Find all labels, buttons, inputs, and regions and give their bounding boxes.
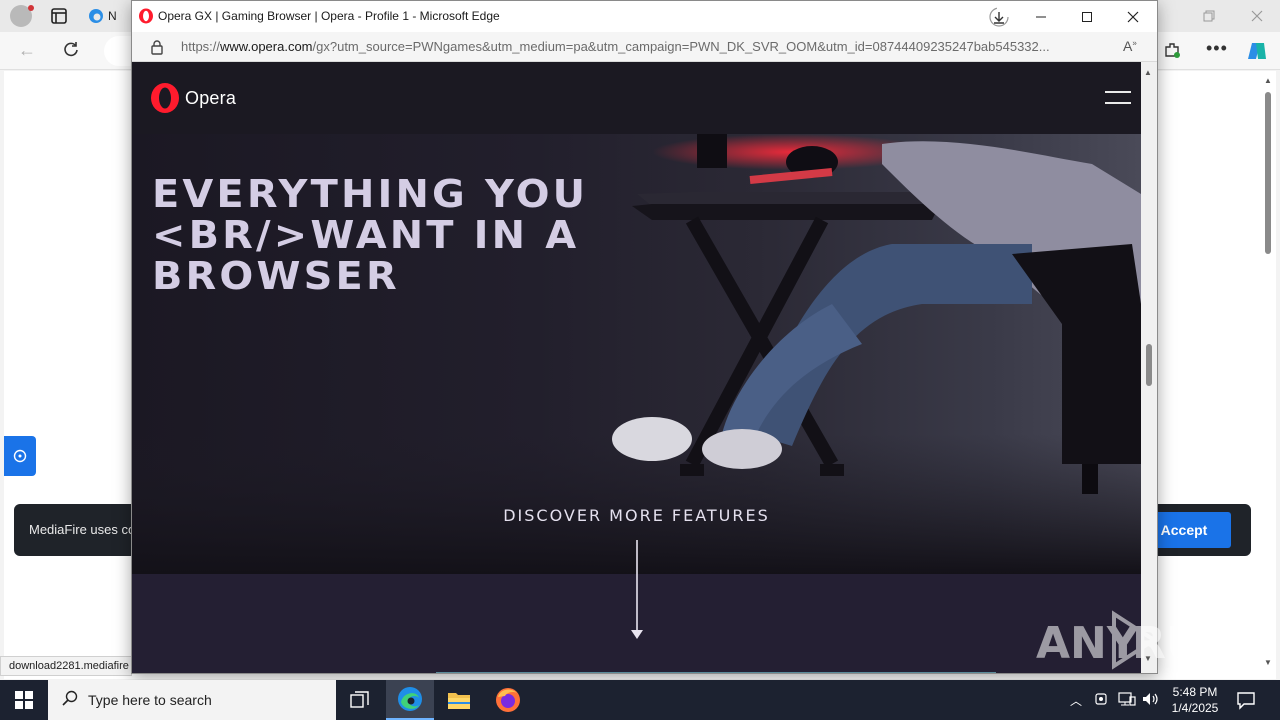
hamburger-icon[interactable] [1105,91,1131,107]
task-view-icon[interactable] [336,680,384,720]
background-restore-icon[interactable] [1186,0,1232,32]
opera-header: Opera [132,62,1141,134]
edge-icon[interactable] [386,680,434,720]
network-icon[interactable] [1118,691,1136,712]
refresh-icon[interactable] [62,40,80,63]
accessibility-button[interactable] [4,436,36,476]
meet-now-icon[interactable] [1094,691,1110,712]
taskbar: Type here to search ︿ 5:48 PM 1/4/2025 [0,680,1280,720]
windows-start-icon[interactable] [0,680,48,720]
anyrun-watermark: ANY RUN [1036,608,1232,672]
opera-page: EVERYTHING YOU <BR/>WANT IN A BROWSER DI… [132,62,1141,673]
taskbar-search[interactable]: Type here to search [48,680,336,720]
clock-time: 5:48 PM [1172,685,1218,699]
anyrun-watermark-logo: ANY RUN [1036,610,1232,670]
extension-icon[interactable] [1162,40,1182,65]
opera-logo-text: Opera [185,87,237,108]
more-icon[interactable]: ••• [1206,38,1228,59]
popup-scroll-thumb[interactable] [1146,344,1152,386]
file-explorer-icon[interactable] [435,680,483,720]
opera-o-icon [151,83,179,113]
popup-url[interactable]: https://www.opera.com/gx?utm_source=PWNg… [181,39,1111,54]
popup-scroll-up-icon[interactable]: ▲ [1144,68,1152,77]
next-section-preview [436,672,996,673]
cookie-text: MediaFire uses co [29,522,136,537]
url-rest: /gx?utm_source=PWNgames&utm_medium=pa&ut… [312,39,1050,54]
download-icon[interactable] [988,6,1010,33]
background-close-icon[interactable] [1234,0,1280,32]
read-aloud-icon[interactable]: A» [1123,38,1137,54]
popup-address-bar[interactable]: https://www.opera.com/gx?utm_source=PWNg… [132,32,1157,62]
arrow-down-icon[interactable] [630,540,644,645]
popup-minimize-icon[interactable] [1018,1,1064,32]
back-icon[interactable]: ← [18,40,36,61]
hero-title: EVERYTHING YOU <BR/>WANT IN A BROWSER [152,172,589,298]
opera-favicon [138,8,154,29]
background-tab[interactable]: N [88,4,132,28]
watermark-run: RUN [1132,618,1232,669]
tab-actions-icon[interactable] [50,7,68,25]
status-url: download2281.mediafire [0,656,132,676]
popup-maximize-icon[interactable] [1064,1,1110,32]
scroll-down-icon[interactable]: ▼ [1264,658,1272,667]
scroll-up-icon[interactable]: ▲ [1264,76,1272,85]
popup-window: Opera GX | Gaming Browser | Opera - Prof… [131,0,1158,674]
search-placeholder: Type here to search [88,692,212,708]
taskbar-clock[interactable]: 5:48 PM 1/4/2025 [1162,684,1228,716]
lock-icon[interactable] [150,39,164,60]
opera-logo[interactable]: Opera [150,83,236,113]
url-host: www.opera.com [220,39,313,54]
notification-icon[interactable] [1236,690,1256,715]
tray-chevron-icon[interactable]: ︿ [1070,692,1082,709]
url-prefix: https:// [181,39,221,54]
hero-section: EVERYTHING YOU <BR/>WANT IN A BROWSER DI… [132,134,1141,574]
search-icon [62,690,78,711]
background-tab-label: N [108,9,117,23]
popup-close-icon[interactable] [1110,1,1156,32]
popup-title: Opera GX | Gaming Browser | Opera - Prof… [158,9,500,23]
profile-notification-dot [28,5,34,11]
background-scroll-thumb[interactable] [1265,92,1271,254]
volume-icon[interactable] [1142,691,1160,712]
clock-date: 1/4/2025 [1171,701,1219,715]
discover-more-label[interactable]: DISCOVER MORE FEATURES [132,506,1141,525]
popup-scrollbar[interactable]: ▲ ▼ [1141,62,1157,673]
copilot-icon[interactable] [1246,40,1268,67]
firefox-icon[interactable] [484,680,532,720]
edge-tab-icon [88,8,104,24]
popup-title-bar: Opera GX | Gaming Browser | Opera - Prof… [132,1,1157,32]
